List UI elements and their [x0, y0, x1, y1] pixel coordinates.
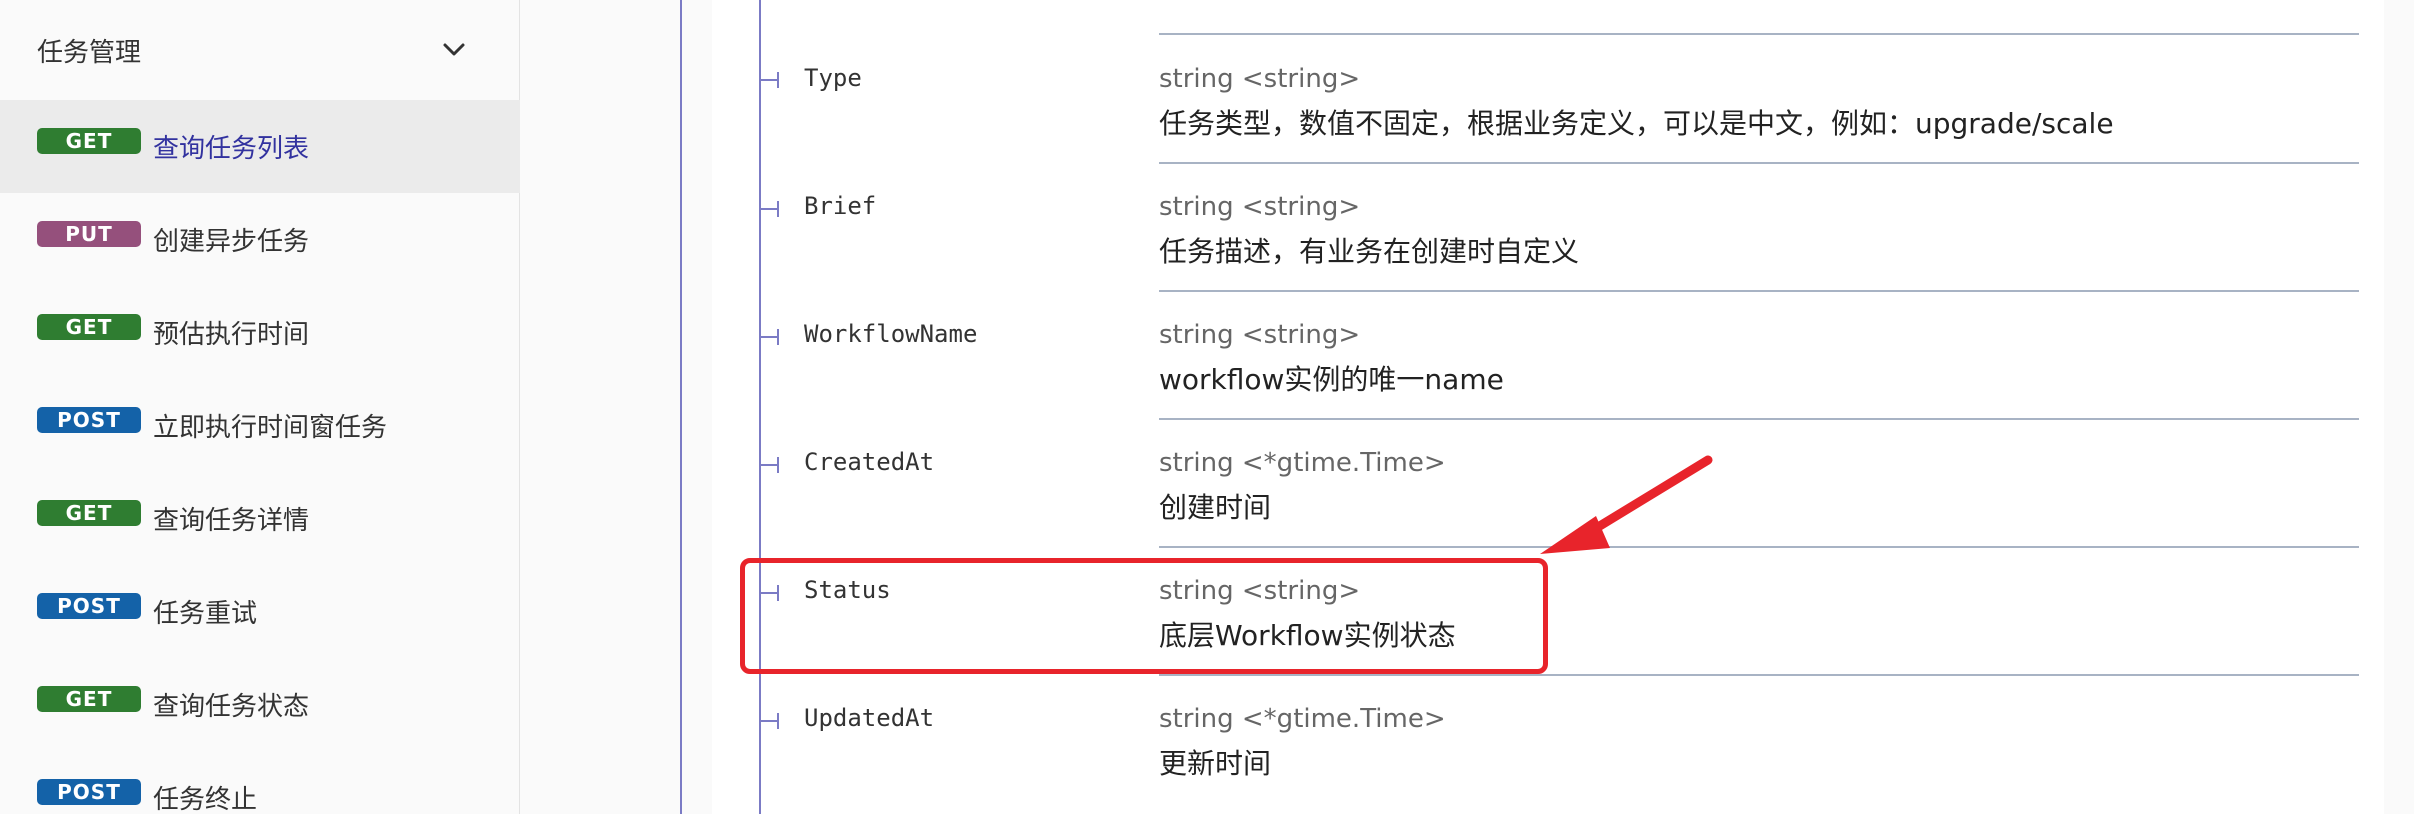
- field-type: string <*gtime.Time>: [1159, 704, 1446, 734]
- annotation-highlight-box: [740, 558, 1548, 674]
- sidebar-item-label: 任务终止: [153, 785, 258, 814]
- field-separator: [1159, 290, 2359, 292]
- method-badge-get: GET: [37, 313, 141, 340]
- sidebar-item-query-task-detail[interactable]: GET 查询任务详情: [0, 472, 520, 565]
- schema-tree-line: [759, 0, 761, 814]
- sidebar-item-query-task-list[interactable]: GET 查询任务列表: [0, 100, 520, 193]
- field-separator: [1159, 33, 2359, 35]
- field-type: string <*gtime.Time>: [1159, 448, 1446, 478]
- field-type: string <string>: [1159, 320, 1361, 350]
- tree-branch-cap: [777, 201, 779, 217]
- sidebar-item-label: 查询任务状态: [153, 692, 310, 722]
- tree-branch-cap: [777, 329, 779, 345]
- sidebar-item-retry-task[interactable]: POST 任务重试: [0, 565, 520, 658]
- content-gutter-line: [680, 0, 682, 814]
- field-name: CreatedAt: [804, 448, 935, 476]
- method-badge-get: GET: [37, 127, 141, 154]
- sidebar-item-run-window-task[interactable]: POST 立即执行时间窗任务: [0, 379, 520, 472]
- method-badge-post: POST: [37, 592, 141, 619]
- sidebar-item-label: 创建异步任务: [153, 227, 310, 257]
- sidebar-group-title: 任务管理: [37, 37, 142, 68]
- sidebar-item-create-async-task[interactable]: PUT 创建异步任务: [0, 193, 520, 286]
- sidebar-item-label: 立即执行时间窗任务: [153, 413, 388, 443]
- field-description: workflow实例的唯一name: [1159, 363, 1504, 396]
- tree-branch-cap: [777, 713, 779, 729]
- field-type: string <string>: [1159, 64, 1361, 94]
- sidebar-item-terminate-task[interactable]: POST 任务终止: [0, 751, 520, 814]
- tree-branch-cap: [777, 72, 779, 88]
- field-description: 任务类型，数值不固定，根据业务定义，可以是中文，例如：upgrade/scale: [1159, 107, 2114, 140]
- sidebar-group-header[interactable]: 任务管理: [0, 0, 520, 100]
- field-separator: [1159, 546, 2359, 548]
- field-name: Brief: [804, 192, 877, 220]
- sidebar-item-query-task-status[interactable]: GET 查询任务状态: [0, 658, 520, 751]
- field-separator: [1159, 162, 2359, 164]
- field-name: Type: [804, 64, 862, 92]
- annotation-arrow-icon: [1540, 455, 1713, 554]
- sidebar-item-estimate-exec-time[interactable]: GET 预估执行时间: [0, 286, 520, 379]
- tree-branch-cap: [777, 457, 779, 473]
- method-badge-post: POST: [37, 778, 141, 805]
- method-badge-put: PUT: [37, 220, 141, 247]
- field-name: WorkflowName: [804, 320, 978, 348]
- method-badge-get: GET: [37, 499, 141, 526]
- field-name: UpdatedAt: [804, 704, 935, 732]
- chevron-down-icon[interactable]: [440, 36, 468, 64]
- field-type: string <string>: [1159, 192, 1361, 222]
- sidebar-item-label: 查询任务详情: [153, 506, 310, 536]
- field-separator: [1159, 418, 2359, 420]
- sidebar-item-label: 预估执行时间: [153, 320, 310, 350]
- field-separator: [1159, 674, 2359, 676]
- sidebar: 任务管理 GET 查询任务列表 PUT 创建异步任务 GET 预估执行时间 PO…: [0, 0, 520, 814]
- sidebar-item-label: 任务重试: [153, 599, 258, 629]
- method-badge-get: GET: [37, 685, 141, 712]
- sidebar-item-label: 查询任务列表: [153, 134, 310, 164]
- field-description: 更新时间: [1159, 747, 1272, 780]
- field-description: 任务描述，有业务在创建时自定义: [1159, 235, 1580, 268]
- field-description: 创建时间: [1159, 491, 1272, 524]
- method-badge-post: POST: [37, 406, 141, 433]
